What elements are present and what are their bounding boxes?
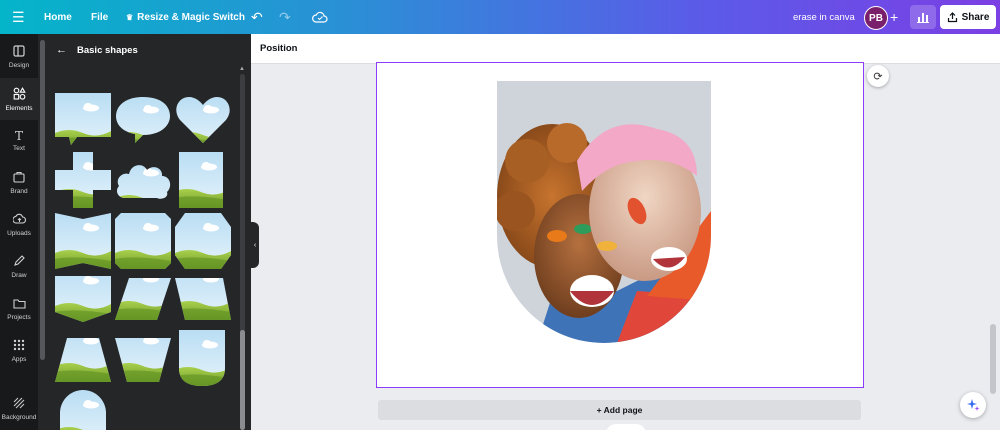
rail-item-elements[interactable]: Elements	[0, 78, 38, 120]
home-button[interactable]: Home	[44, 0, 72, 34]
shape-trapezoid-down[interactable]	[115, 338, 171, 382]
shape-partial-3[interactable]	[178, 64, 232, 76]
share-icon	[947, 11, 957, 22]
text-icon: T	[14, 129, 23, 143]
add-page-button[interactable]: + Add page	[378, 400, 861, 420]
undo-icon[interactable]: ↶	[251, 0, 263, 34]
draw-icon	[13, 255, 25, 269]
top-bar: ☰ Home File ♛ Resize & Magic Switch ↶ ↷ …	[0, 0, 1000, 34]
background-icon	[13, 397, 25, 411]
shapes-panel: ← Basic shapes ▲	[38, 34, 251, 430]
panel-scrollbar[interactable]: ▲	[238, 66, 246, 430]
rail-item-projects[interactable]: Projects	[0, 288, 38, 330]
rail-item-text[interactable]: T Text	[0, 120, 38, 162]
shape-octagon[interactable]	[115, 213, 171, 269]
collapse-panel-button[interactable]: ‹	[251, 222, 259, 268]
add-collaborator-icon[interactable]: +	[890, 0, 898, 34]
page-navigator-handle[interactable]	[606, 424, 646, 430]
elements-icon	[13, 86, 26, 102]
scrollbar-thumb[interactable]	[240, 330, 245, 430]
shape-hexagon[interactable]	[175, 213, 231, 269]
brand-icon	[13, 171, 25, 185]
refresh-icon[interactable]: ⟳	[867, 65, 889, 87]
position-button[interactable]: Position	[260, 43, 297, 54]
side-rail: Design Elements T Text Brand Uploads Dra…	[0, 34, 38, 430]
folder-icon	[12, 298, 26, 311]
cloud-save-icon[interactable]	[312, 0, 328, 34]
rail-label: Projects	[7, 313, 31, 321]
shape-partial-2[interactable]	[118, 64, 172, 76]
layout-icon	[13, 45, 25, 59]
rail-label: Brand	[10, 188, 28, 195]
rail-label: Apps	[11, 356, 27, 363]
rail-item-design[interactable]: Design	[0, 36, 38, 78]
upload-icon	[11, 213, 26, 227]
rail-label: Design	[8, 62, 30, 69]
design-page[interactable]	[376, 62, 864, 388]
rail-label: Uploads	[7, 230, 31, 237]
shape-cloud[interactable]	[115, 158, 171, 202]
file-menu[interactable]: File	[91, 0, 108, 34]
shape-cross[interactable]	[55, 152, 111, 208]
panel-header: ← Basic shapes	[56, 44, 138, 56]
context-toolbar: Position	[251, 34, 1000, 64]
shape-pentagon-banner[interactable]	[55, 276, 111, 322]
scroll-up-icon[interactable]: ▲	[239, 66, 245, 72]
rail-item-brand[interactable]: Brand	[0, 162, 38, 204]
shape-trapezoid-up[interactable]	[55, 338, 111, 382]
bar-chart-icon	[917, 13, 929, 23]
arch-photo-frame[interactable]	[497, 81, 711, 343]
shape-heart[interactable]	[175, 95, 231, 145]
shape-speech-bubble[interactable]	[115, 95, 171, 145]
menu-icon[interactable]: ☰	[12, 0, 25, 34]
avatar[interactable]: PB	[864, 6, 888, 30]
shape-trapezoid[interactable]	[175, 278, 231, 320]
shape-shield[interactable]	[179, 330, 225, 386]
redo-icon[interactable]: ↷	[279, 0, 291, 34]
rail-item-apps[interactable]: Apps	[0, 330, 38, 372]
rail-item-uploads[interactable]: Uploads	[0, 204, 38, 246]
shape-flag[interactable]	[55, 213, 111, 269]
photo-image	[497, 81, 711, 343]
shape-partial-1[interactable]	[56, 64, 110, 76]
crown-icon: ♛	[126, 12, 134, 22]
shape-tall-rect[interactable]	[179, 152, 223, 208]
magic-sparkle-icon[interactable]	[960, 392, 986, 418]
document-title[interactable]: erase in canva	[793, 0, 855, 34]
rail-label: Elements	[5, 104, 33, 112]
resize-label: Resize & Magic Switch	[137, 11, 245, 23]
shape-speech-rect[interactable]	[55, 93, 111, 149]
rail-label: Background	[1, 414, 37, 421]
rail-scrollbar[interactable]	[40, 40, 45, 360]
rail-item-draw[interactable]: Draw	[0, 246, 38, 288]
back-arrow-icon[interactable]: ←	[56, 44, 67, 56]
rail-label: Text	[13, 145, 25, 152]
shape-arch[interactable]	[60, 390, 106, 430]
insights-button[interactable]	[910, 5, 936, 29]
share-button[interactable]: Share	[940, 5, 996, 29]
rail-item-background[interactable]: Background	[0, 388, 38, 430]
share-label: Share	[961, 11, 990, 23]
rail-label: Draw	[11, 272, 27, 279]
shape-parallelogram[interactable]	[115, 278, 171, 320]
panel-title: Basic shapes	[77, 44, 138, 56]
canvas-scrollbar[interactable]	[990, 324, 996, 394]
apps-icon	[13, 339, 25, 353]
resize-magic-switch-button[interactable]: ♛ Resize & Magic Switch	[126, 0, 245, 34]
